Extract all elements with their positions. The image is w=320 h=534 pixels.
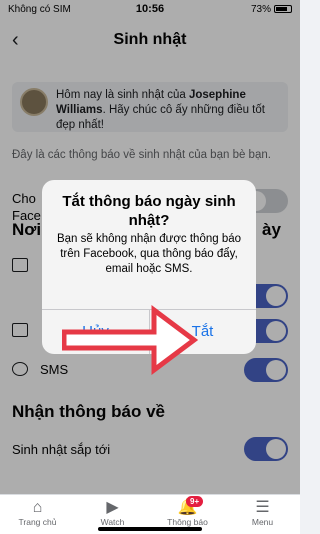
home-indicator [98,527,202,531]
tab-menu-label: Menu [251,517,274,527]
notification-badge: 9+ [186,496,204,507]
home-icon: ⌂ [32,499,43,516]
menu-icon: ☰ [255,499,270,516]
dialog-title: Tắt thông báo ngày sinh nhật? [62,193,236,229]
tab-home[interactable]: ⌂ Trang chủ [0,495,75,534]
tab-watch-label: Watch [100,517,125,527]
tab-home-label: Trang chủ [18,517,57,527]
tab-menu[interactable]: ☰ Menu [225,495,300,534]
dialog-message: Bạn sẽ không nhận được thông báo trên Fa… [56,233,242,275]
tab-notifications-label: Thông báo [167,517,208,527]
red-arrow-icon [62,305,198,375]
watch-icon: ▶ [106,499,119,516]
